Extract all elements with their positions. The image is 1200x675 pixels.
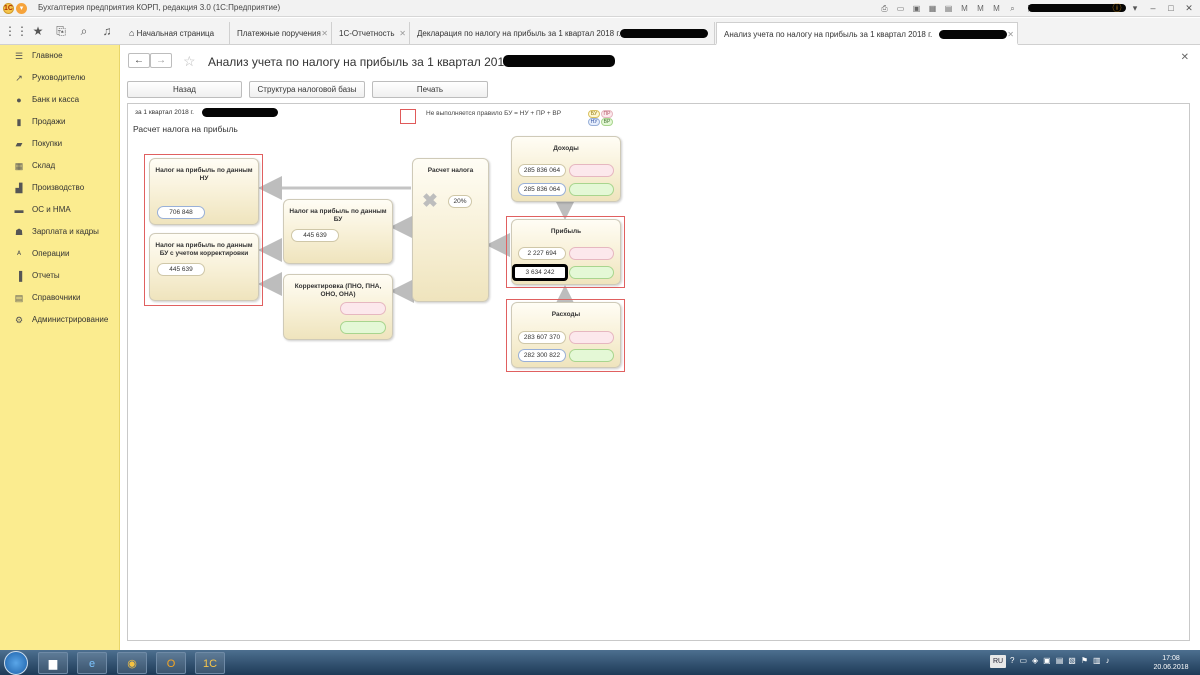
correction-card[interactable]: Корректировка (ПНО, ПНА, ОНО, ОНА) xyxy=(283,274,393,340)
clock-time: 17:08 xyxy=(1162,655,1180,662)
correction-vr-pill[interactable] xyxy=(340,321,386,334)
tax-bu-value[interactable]: 445 639 xyxy=(291,229,339,242)
multiply-icon: ✖ xyxy=(422,191,438,212)
correction-pr-pill[interactable] xyxy=(340,302,386,315)
profit-vr-pill[interactable] xyxy=(569,266,614,279)
volume-icon[interactable]: ♪ xyxy=(1106,656,1110,665)
app-1c-icon[interactable]: 1С xyxy=(195,652,225,674)
profit-pr-pill[interactable] xyxy=(569,247,614,260)
clock-date: 20.06.2018 xyxy=(1153,664,1189,671)
tax-bu-corrected-title: Налог на прибыль по данным БУ с учетом к… xyxy=(155,242,253,257)
income-title: Доходы xyxy=(553,145,579,152)
profit-nu-value[interactable]: 3 634 242 xyxy=(512,264,568,281)
keyboard-icon[interactable]: ▭ xyxy=(1019,656,1027,665)
security-icon[interactable]: ▧ xyxy=(1068,656,1076,665)
tax-rate-value[interactable]: 20% xyxy=(448,195,472,208)
expenses-title: Расходы xyxy=(551,311,581,318)
tray-icons: ? ▭ ◈ ▣ ▤ ▧ ⚑ ▥ ♪ xyxy=(1010,656,1110,665)
profit-title: Прибыль xyxy=(550,228,582,235)
flag-icon[interactable]: ⚑ xyxy=(1081,656,1088,665)
outlook-icon[interactable]: O xyxy=(156,652,186,674)
shield-icon[interactable]: ▣ xyxy=(1043,656,1051,665)
profit-card[interactable]: Прибыль 2 227 694 3 634 242 xyxy=(511,219,621,285)
network-icon[interactable]: ▥ xyxy=(1093,656,1101,665)
chrome-icon[interactable]: ◉ xyxy=(117,652,147,674)
ie-icon[interactable]: e xyxy=(77,652,107,674)
income-bu-value[interactable]: 285 836 064 xyxy=(518,164,566,177)
start-button-icon[interactable] xyxy=(4,651,28,675)
explorer-icon[interactable]: ▆ xyxy=(38,652,68,674)
update-icon[interactable]: ◈ xyxy=(1032,656,1038,665)
tax-bu-corrected-value[interactable]: 445 639 xyxy=(157,263,205,276)
tax-calc-card[interactable]: Расчет налога ✖ 20% xyxy=(412,158,489,302)
expenses-bu-value[interactable]: 283 607 370 xyxy=(518,331,566,344)
tax-nu-title: Налог на прибыль по данным НУ xyxy=(155,167,253,182)
clock[interactable]: 17:08 20.06.2018 xyxy=(1145,654,1197,672)
tax-bu-card[interactable]: Налог на прибыль по данным БУ 445 639 xyxy=(283,199,393,264)
expenses-vr-pill[interactable] xyxy=(569,349,614,362)
tax-calc-title: Расчет налога xyxy=(427,167,474,174)
language-indicator[interactable]: RU xyxy=(990,655,1006,668)
profit-bu-value[interactable]: 2 227 694 xyxy=(518,247,566,260)
tax-nu-value[interactable]: 706 848 xyxy=(157,206,205,219)
tax-nu-card[interactable]: Налог на прибыль по данным НУ 706 848 xyxy=(149,158,259,225)
tax-bu-title: Налог на прибыль по данным БУ xyxy=(289,208,387,223)
tax-bu-corrected-card[interactable]: Налог на прибыль по данным БУ с учетом к… xyxy=(149,233,259,301)
expenses-nu-value[interactable]: 282 300 822 xyxy=(518,349,566,362)
help-icon[interactable]: ? xyxy=(1010,656,1014,665)
expenses-card[interactable]: Расходы 283 607 370 282 300 822 xyxy=(511,302,621,368)
income-nu-value[interactable]: 285 836 064 xyxy=(518,183,566,196)
income-card[interactable]: Доходы 285 836 064 285 836 064 xyxy=(511,136,621,202)
income-pr-pill[interactable] xyxy=(569,164,614,177)
correction-title: Корректировка (ПНО, ПНА, ОНО, ОНА) xyxy=(294,283,382,298)
income-vr-pill[interactable] xyxy=(569,183,614,196)
monitor-icon[interactable]: ▤ xyxy=(1056,656,1064,665)
expenses-pr-pill[interactable] xyxy=(569,331,614,344)
